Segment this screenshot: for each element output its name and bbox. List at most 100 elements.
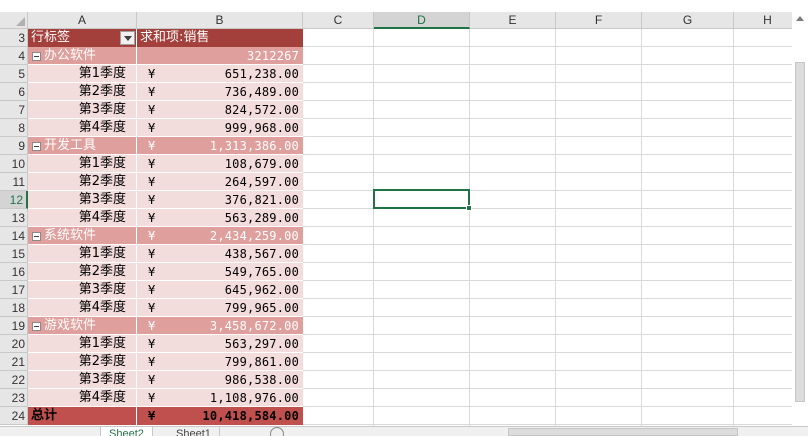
cell-a[interactable]: 游戏软件 — [28, 317, 137, 335]
column-header-f[interactable]: F — [556, 12, 642, 29]
cell-b[interactable]: 3212267 — [137, 47, 303, 65]
cell-b[interactable]: ¥549,765.00 — [137, 263, 303, 281]
row-header-10[interactable]: 10 — [0, 155, 28, 173]
pivot-detail-row[interactable]: 第1季度 ¥108,679.00 — [28, 155, 303, 173]
cell-a[interactable]: 第4季度 — [28, 119, 137, 137]
cell-b[interactable]: ¥10,418,584.00 — [137, 407, 303, 425]
cell-a[interactable]: 办公软件 — [28, 47, 137, 65]
cell-b[interactable]: ¥736,489.00 — [137, 83, 303, 101]
row-header-17[interactable]: 17 — [0, 281, 28, 299]
cell-a[interactable]: 行标签 — [28, 29, 137, 47]
pivot-detail-row[interactable]: 第3季度 ¥986,538.00 — [28, 371, 303, 389]
collapse-icon[interactable] — [32, 142, 41, 151]
row-header-18[interactable]: 18 — [0, 299, 28, 317]
cell-b[interactable]: ¥824,572.00 — [137, 101, 303, 119]
pivot-detail-row[interactable]: 第2季度 ¥799,861.00 — [28, 353, 303, 371]
cell-a[interactable]: 第2季度 — [28, 353, 137, 371]
filter-dropdown-icon[interactable] — [120, 31, 135, 45]
cell-a[interactable]: 第3季度 — [28, 191, 137, 209]
collapse-icon[interactable] — [32, 322, 41, 331]
cell-a[interactable]: 第1季度 — [28, 65, 137, 83]
cell-b[interactable]: ¥986,538.00 — [137, 371, 303, 389]
pivot-detail-row[interactable]: 第4季度 ¥799,965.00 — [28, 299, 303, 317]
row-header-13[interactable]: 13 — [0, 209, 28, 227]
cell-a[interactable]: 第4季度 — [28, 299, 137, 317]
pivot-group-row[interactable]: 游戏软件 ¥3,458,672.00 — [28, 317, 303, 335]
cell-grid[interactable]: 行标签 求和项:销售 办公软件 3212267 第1季度 ¥651,238.00 第2季度 ¥… — [28, 29, 808, 426]
cell-b[interactable]: ¥799,861.00 — [137, 353, 303, 371]
cell-b[interactable]: ¥563,297.00 — [137, 335, 303, 353]
add-sheet-icon[interactable] — [270, 427, 284, 436]
cell-a[interactable]: 开发工具 — [28, 137, 137, 155]
cell-a[interactable]: 第3季度 — [28, 281, 137, 299]
cell-b[interactable]: 求和项:销售 — [137, 29, 303, 47]
cell-b[interactable]: ¥651,238.00 — [137, 65, 303, 83]
column-header-g[interactable]: G — [642, 12, 734, 29]
row-header-11[interactable]: 11 — [0, 173, 28, 191]
row-header-21[interactable]: 21 — [0, 353, 28, 371]
pivot-detail-row[interactable]: 第4季度 ¥1,108,976.00 — [28, 389, 303, 407]
pivot-header-row[interactable]: 行标签 求和项:销售 — [28, 29, 303, 47]
pivot-detail-row[interactable]: 第2季度 ¥736,489.00 — [28, 83, 303, 101]
pivot-detail-row[interactable]: 第1季度 ¥438,567.00 — [28, 245, 303, 263]
scroll-up-icon[interactable] — [796, 16, 804, 21]
row-header-8[interactable]: 8 — [0, 119, 28, 137]
pivot-detail-row[interactable]: 第1季度 ¥651,238.00 — [28, 65, 303, 83]
cell-b[interactable]: ¥1,313,386.00 — [137, 137, 303, 155]
pivot-detail-row[interactable]: 第4季度 ¥999,968.00 — [28, 119, 303, 137]
row-header-5[interactable]: 5 — [0, 65, 28, 83]
row-header-20[interactable]: 20 — [0, 335, 28, 353]
column-header-b[interactable]: B — [137, 12, 303, 29]
cell-a[interactable]: 系统软件 — [28, 227, 137, 245]
vertical-scroll-thumb[interactable] — [795, 62, 805, 402]
cell-b[interactable]: ¥3,458,672.00 — [137, 317, 303, 335]
fill-handle[interactable] — [466, 205, 472, 211]
cell-a[interactable]: 第3季度 — [28, 371, 137, 389]
active-cell-d12[interactable] — [373, 189, 472, 211]
cell-a[interactable]: 第3季度 — [28, 101, 137, 119]
row-header-3[interactable]: 3 — [0, 29, 28, 47]
collapse-icon[interactable] — [32, 52, 41, 61]
cell-b[interactable]: ¥264,597.00 — [137, 173, 303, 191]
pivot-group-row[interactable]: 系统软件 ¥2,434,259.00 — [28, 227, 303, 245]
pivot-detail-row[interactable]: 第1季度 ¥563,297.00 — [28, 335, 303, 353]
pivot-detail-row[interactable]: 第3季度 ¥376,821.00 — [28, 191, 303, 209]
cell-b[interactable]: ¥376,821.00 — [137, 191, 303, 209]
cell-a[interactable]: 第1季度 — [28, 155, 137, 173]
cell-a[interactable]: 第2季度 — [28, 83, 137, 101]
cell-b[interactable]: ¥108,679.00 — [137, 155, 303, 173]
cell-b[interactable]: ¥2,434,259.00 — [137, 227, 303, 245]
cell-a[interactable]: 总计 — [28, 407, 137, 425]
row-header-16[interactable]: 16 — [0, 263, 28, 281]
cell-a[interactable]: 第1季度 — [28, 335, 137, 353]
row-header-15[interactable]: 15 — [0, 245, 28, 263]
column-header-d[interactable]: D — [374, 12, 470, 29]
select-all-corner[interactable] — [0, 12, 28, 29]
cell-a[interactable]: 第1季度 — [28, 245, 137, 263]
horizontal-scroll-thumb[interactable] — [508, 428, 738, 436]
sheet-tab-active[interactable]: Sheet2 — [100, 427, 153, 436]
pivot-detail-row[interactable]: 第3季度 ¥645,962.00 — [28, 281, 303, 299]
cell-a[interactable]: 第4季度 — [28, 209, 137, 227]
row-header-12[interactable]: 12 — [0, 191, 28, 209]
collapse-icon[interactable] — [32, 232, 41, 241]
cell-b[interactable]: ¥645,962.00 — [137, 281, 303, 299]
cell-a[interactable]: 第2季度 — [28, 263, 137, 281]
pivot-detail-row[interactable]: 第3季度 ¥824,572.00 — [28, 101, 303, 119]
row-header-22[interactable]: 22 — [0, 371, 28, 389]
cell-b[interactable]: ¥799,965.00 — [137, 299, 303, 317]
column-header-c[interactable]: C — [303, 12, 374, 29]
row-header-7[interactable]: 7 — [0, 101, 28, 119]
sheet-tab[interactable]: Sheet1 — [168, 427, 220, 436]
pivot-detail-row[interactable]: 第2季度 ¥264,597.00 — [28, 173, 303, 191]
vertical-scrollbar[interactable] — [792, 12, 808, 426]
row-header-6[interactable]: 6 — [0, 83, 28, 101]
cell-b[interactable]: ¥563,289.00 — [137, 209, 303, 227]
row-header-14[interactable]: 14 — [0, 227, 28, 245]
row-header-19[interactable]: 19 — [0, 317, 28, 335]
row-header-9[interactable]: 9 — [0, 137, 28, 155]
row-header-23[interactable]: 23 — [0, 389, 28, 407]
column-header-e[interactable]: E — [470, 12, 556, 29]
cell-a[interactable]: 第4季度 — [28, 389, 137, 407]
cell-b[interactable]: ¥1,108,976.00 — [137, 389, 303, 407]
